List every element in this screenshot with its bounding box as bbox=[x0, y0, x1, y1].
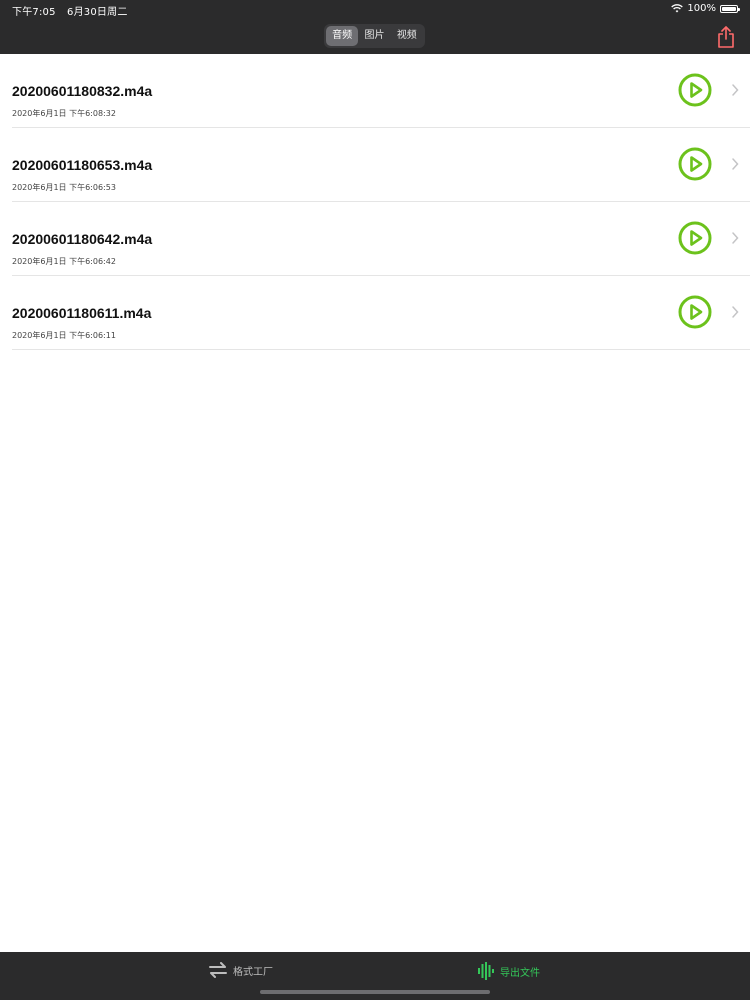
top-bar: 下午7:05 6月30日周二 100% 音频 图片 视频 bbox=[0, 0, 750, 54]
list-item[interactable]: 20200601180653.m4a 2020年6月1日 下午6:06:53 bbox=[12, 128, 750, 202]
file-date: 2020年6月1日 下午6:06:42 bbox=[12, 257, 116, 266]
list-item[interactable]: 20200601180611.m4a 2020年6月1日 下午6:06:11 bbox=[12, 276, 750, 350]
status-time: 下午7:05 bbox=[12, 7, 56, 18]
tab-label: 格式工厂 bbox=[233, 966, 273, 978]
app-window: 下午7:05 6月30日周二 100% 音频 图片 视频 20200601180… bbox=[0, 0, 750, 1000]
tab-label: 导出文件 bbox=[500, 967, 540, 979]
chevron-right-icon bbox=[732, 158, 739, 170]
tab-export-files[interactable]: 导出文件 bbox=[478, 962, 540, 980]
segment-audio[interactable]: 音频 bbox=[326, 26, 359, 46]
file-date: 2020年6月1日 下午6:06:11 bbox=[12, 331, 116, 340]
tab-format-factory[interactable]: 格式工厂 bbox=[209, 962, 273, 978]
list-item[interactable]: 20200601180832.m4a 2020年6月1日 下午6:08:32 bbox=[12, 54, 750, 128]
play-icon[interactable] bbox=[678, 221, 712, 255]
file-name: 20200601180611.m4a bbox=[12, 305, 152, 321]
status-right: 100% bbox=[671, 3, 740, 14]
chevron-right-icon bbox=[732, 306, 739, 318]
play-icon[interactable] bbox=[678, 73, 712, 107]
file-date: 2020年6月1日 下午6:06:53 bbox=[12, 183, 116, 192]
swap-arrows-icon bbox=[209, 962, 227, 978]
waveform-icon bbox=[478, 962, 494, 980]
file-list: 20200601180832.m4a 2020年6月1日 下午6:08:32 2… bbox=[0, 54, 750, 350]
status-left: 下午7:05 6月30日周二 bbox=[12, 3, 136, 18]
status-date: 6月30日周二 bbox=[67, 7, 128, 18]
file-name: 20200601180642.m4a bbox=[12, 231, 153, 247]
battery-percent: 100% bbox=[687, 3, 716, 14]
play-icon[interactable] bbox=[678, 147, 712, 181]
file-name: 20200601180832.m4a bbox=[12, 83, 153, 99]
wifi-icon bbox=[671, 4, 684, 13]
chevron-right-icon bbox=[732, 232, 739, 244]
media-type-segmented-control: 音频 图片 视频 bbox=[324, 24, 425, 48]
home-indicator bbox=[260, 990, 490, 994]
play-icon[interactable] bbox=[678, 295, 712, 329]
battery-icon bbox=[720, 4, 740, 13]
chevron-right-icon bbox=[732, 84, 739, 96]
share-icon[interactable] bbox=[716, 26, 736, 48]
file-name: 20200601180653.m4a bbox=[12, 157, 153, 173]
segment-video[interactable]: 视频 bbox=[391, 26, 423, 46]
file-date: 2020年6月1日 下午6:08:32 bbox=[12, 109, 116, 118]
segment-images[interactable]: 图片 bbox=[358, 26, 390, 46]
tab-bar: 格式工厂 导出文件 bbox=[0, 952, 750, 1000]
list-item[interactable]: 20200601180642.m4a 2020年6月1日 下午6:06:42 bbox=[12, 202, 750, 276]
